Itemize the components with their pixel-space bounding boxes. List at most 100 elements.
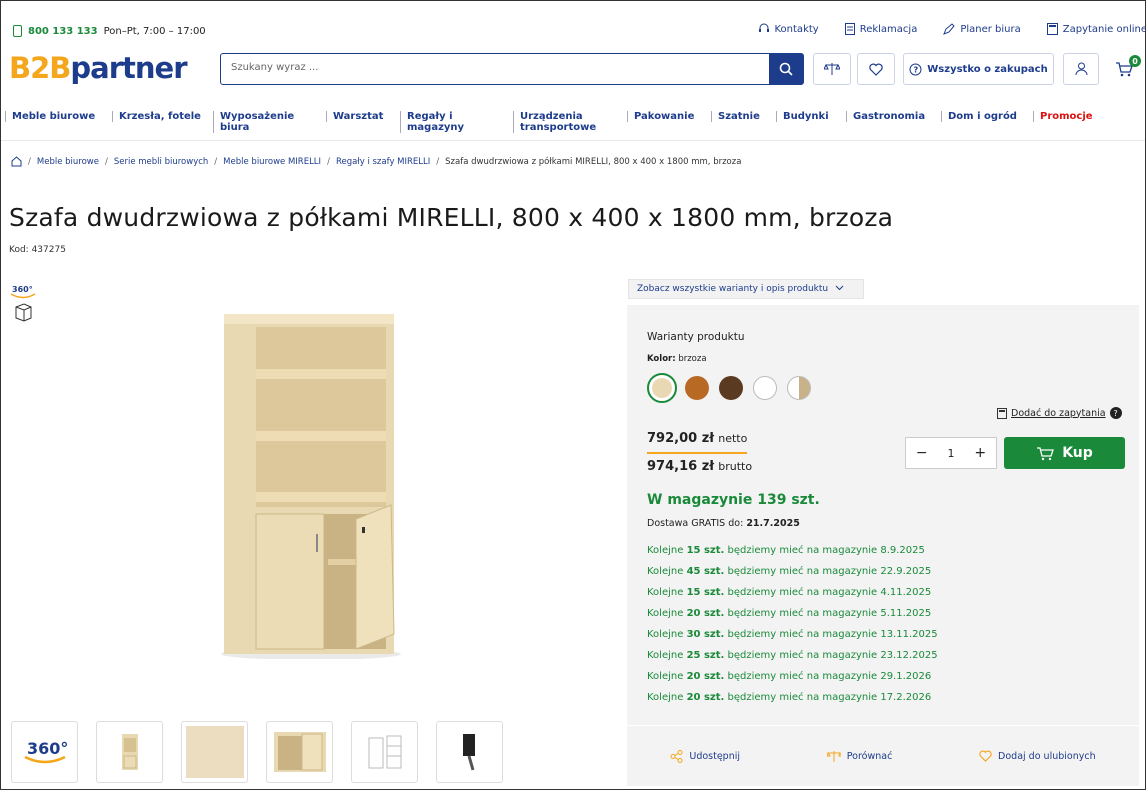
price-net-label: netto xyxy=(718,432,748,445)
user-icon xyxy=(1075,62,1087,76)
scale-icon xyxy=(826,750,841,762)
view-360-button[interactable]: 360° xyxy=(9,283,37,305)
search-bar: Szukany wyraz ... xyxy=(220,53,804,85)
nav-item-home-garden[interactable]: Dom i ogród xyxy=(941,111,1017,122)
page: 800 133 133 Pon–Pt, 7:00 – 17:00 Kontakt… xyxy=(0,0,1146,790)
nav-item-buildings[interactable]: Budynki xyxy=(776,111,829,122)
rotate-360-icon: 360° xyxy=(10,285,36,299)
thumbnail-image[interactable] xyxy=(266,721,333,783)
nav-item-workshop[interactable]: Warsztat xyxy=(326,111,383,122)
restock-item: Kolejne 20 szt. będziemy mieć na magazyn… xyxy=(647,671,932,682)
view-3d-button[interactable] xyxy=(11,303,33,327)
headset-icon xyxy=(758,23,769,32)
all-variants-label: Zobacz wszystkie warianty i opis produkt… xyxy=(637,284,829,294)
favorites-label: Dodaj do ulubionych xyxy=(998,750,1096,762)
phone-number[interactable]: 800 133 133 xyxy=(28,26,98,37)
document-icon xyxy=(844,23,855,35)
restock-item: Kolejne 30 szt. będziemy mieć na magazyn… xyxy=(647,629,938,640)
nav-item-office-equipment[interactable]: Wyposażenie biura xyxy=(213,111,303,133)
add-to-favorites-button[interactable]: Dodaj do ulubionych xyxy=(979,750,1096,762)
thumbnail-doors xyxy=(273,732,326,772)
account-button[interactable] xyxy=(1063,53,1099,85)
nav-item-lockers[interactable]: Szatnie xyxy=(711,111,760,122)
thumbnail-lock xyxy=(462,734,475,771)
breadcrumb-link[interactable]: Meble biurowe MIRELLI xyxy=(223,157,321,167)
swatch-two-tone[interactable] xyxy=(787,376,811,400)
main-nav: Meble biurowe Krzesła, fotele Wyposażeni… xyxy=(1,101,1145,141)
swatch-walnut[interactable] xyxy=(685,376,709,400)
calculator-icon xyxy=(1046,23,1058,35)
price-gross-label: brutto xyxy=(718,460,753,473)
breadcrumb-link[interactable]: Meble biurowe xyxy=(37,157,99,167)
search-input[interactable]: Szukany wyraz ... xyxy=(221,54,769,84)
color-info: Kolor: brzoza xyxy=(647,354,707,364)
share-button[interactable]: Udostępnij xyxy=(670,749,740,763)
swatch-white[interactable] xyxy=(753,376,777,400)
thumbnail-image[interactable] xyxy=(181,721,248,783)
search-button[interactable] xyxy=(769,54,803,84)
minus-button[interactable]: − xyxy=(916,445,928,461)
share-icon xyxy=(670,749,683,763)
contacts-label: Kontakty xyxy=(774,23,819,35)
thumbnail-image[interactable] xyxy=(351,721,418,783)
price-net-value: 792,00 zł xyxy=(647,431,715,446)
breadcrumb-link[interactable]: Serie mebli biurowych xyxy=(114,157,208,167)
favorites-button[interactable] xyxy=(857,53,895,85)
buy-button[interactable]: Kup xyxy=(1004,437,1125,469)
logo-partner: partner xyxy=(70,51,187,85)
breadcrumb-link[interactable]: Regały i szafy MIRELLI xyxy=(336,157,430,167)
variants-heading: Warianty produktu xyxy=(647,331,745,343)
opening-hours: Pon–Pt, 7:00 – 17:00 xyxy=(103,25,206,37)
cube-3d-icon xyxy=(15,303,32,322)
quantity-value[interactable]: 1 xyxy=(948,447,955,460)
compare-action-button[interactable]: Porównać xyxy=(826,750,892,763)
heart-icon xyxy=(869,63,883,76)
nav-item-transport[interactable]: Urządzenia transportowe xyxy=(513,111,609,133)
contacts-link[interactable]: Kontakty xyxy=(758,23,819,35)
nav-item-chairs[interactable]: Krzesła, fotele xyxy=(112,111,201,122)
swatch-wenge[interactable] xyxy=(719,376,743,400)
nav-item-promotions[interactable]: Promocje xyxy=(1033,111,1093,122)
cart-count-badge: 0 xyxy=(1129,55,1141,67)
product-code: Kod: 437275 xyxy=(9,245,66,255)
product-title: Szafa dwudrzwiowa z półkami MIRELLI, 800… xyxy=(9,203,894,232)
phone-info[interactable]: 800 133 133 Pon–Pt, 7:00 – 17:00 xyxy=(13,25,206,37)
restock-item: Kolejne 15 szt. będziemy mieć na magazyn… xyxy=(647,587,932,598)
thumbnail-drawing xyxy=(368,735,401,769)
logo[interactable]: B2Bpartner xyxy=(9,51,188,85)
thumbnail-image[interactable] xyxy=(436,721,503,783)
complaint-link[interactable]: Reklamacja xyxy=(844,23,917,35)
heart-icon xyxy=(979,750,992,762)
home-icon[interactable] xyxy=(11,156,22,167)
product-image[interactable] xyxy=(216,309,401,659)
online-inquiry-link[interactable]: Zapytanie online xyxy=(1046,23,1145,35)
thumbnail-cabinet xyxy=(121,734,138,770)
all-variants-button[interactable]: Zobacz wszystkie warianty i opis produkt… xyxy=(628,279,864,299)
cart-button[interactable]: 0 xyxy=(1105,53,1143,85)
thumbnail-texture xyxy=(185,726,244,778)
compare-button[interactable] xyxy=(813,53,851,85)
nav-item-packing[interactable]: Pakowanie xyxy=(627,111,694,122)
nav-item-gastronomy[interactable]: Gastronomia xyxy=(846,111,925,122)
help-icon[interactable]: ? xyxy=(1109,407,1122,419)
add-to-inquiry-link[interactable]: Dodać do zapytania ? xyxy=(997,407,1122,419)
restock-item: Kolejne 45 szt. będziemy mieć na magazyn… xyxy=(647,566,932,577)
color-value: brzoza xyxy=(678,354,707,364)
price-gross: 974,16 zł brutto xyxy=(647,459,752,474)
about-shopping-label: Wszystko o zakupach xyxy=(927,63,1048,75)
price-divider xyxy=(647,452,747,454)
plus-button[interactable]: + xyxy=(974,445,986,461)
thumbnail-360[interactable]: 360° xyxy=(11,721,78,783)
purchase-panel: Warianty produktu Kolor: brzoza xyxy=(627,305,1139,725)
rotate-360-icon: 360° xyxy=(23,739,68,764)
svg-text:?: ? xyxy=(914,65,919,74)
swatch-birch[interactable] xyxy=(647,373,677,403)
quantity-stepper: − 1 + xyxy=(905,437,997,469)
about-shopping-button[interactable]: ? Wszystko o zakupach xyxy=(903,53,1054,85)
thumbnail-image[interactable] xyxy=(96,721,163,783)
nav-item-shelves[interactable]: Regały i magazyny xyxy=(400,111,480,133)
office-planner-link[interactable]: Planer biura xyxy=(943,23,1021,35)
nav-item-office-furniture[interactable]: Meble biurowe xyxy=(5,111,95,122)
chevron-down-icon xyxy=(835,285,844,291)
stock-status: W magazynie 139 szt. xyxy=(647,492,820,508)
